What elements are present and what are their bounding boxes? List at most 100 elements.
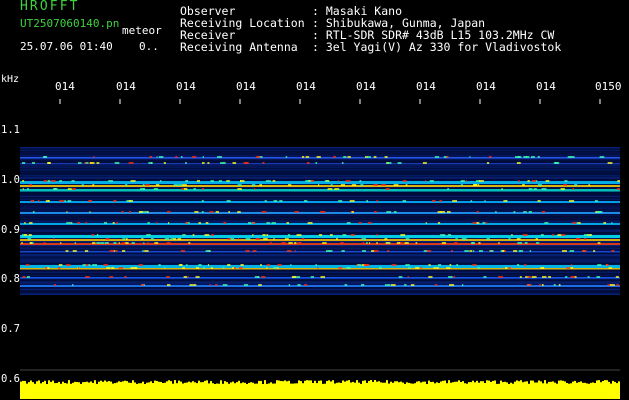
level-peak: [270, 382, 272, 385]
signal-speckle: [205, 222, 209, 224]
signal-speckle: [65, 250, 69, 252]
noise-line: [20, 248, 620, 250]
level-peak: [324, 383, 326, 385]
level-peak: [452, 382, 454, 385]
level-peak: [202, 382, 204, 385]
level-peak: [264, 380, 266, 385]
signal-speckle: [201, 211, 204, 213]
signal-band: [20, 185, 620, 187]
level-peak: [582, 382, 584, 385]
signal-speckle: [297, 284, 301, 286]
signal-speckle: [489, 250, 494, 252]
signal-speckle: [106, 267, 111, 269]
signal-speckle: [575, 238, 581, 240]
signal-speckle: [429, 180, 434, 182]
signal-speckle: [72, 250, 77, 252]
signal-speckle: [284, 238, 289, 240]
signal-speckle: [376, 200, 379, 202]
signal-speckle: [374, 250, 379, 252]
signal-speckle: [84, 162, 87, 164]
signal-speckle: [434, 156, 440, 158]
signal-speckle: [386, 284, 391, 286]
signal-speckle: [516, 264, 520, 266]
x-tick-label: 014: [236, 80, 256, 93]
signal-speckle: [410, 284, 415, 286]
level-peak: [292, 383, 294, 385]
signal-speckle: [209, 284, 211, 286]
noise-line: [20, 207, 620, 208]
noise-line: [20, 148, 620, 150]
level-peak: [412, 383, 414, 385]
signal-speckle: [192, 234, 195, 236]
level-peak: [436, 382, 438, 385]
signal-speckle: [168, 222, 170, 224]
level-peak: [494, 380, 496, 385]
x-tick-label: 014: [416, 80, 436, 93]
signal-speckle: [611, 250, 615, 252]
x-tick-label: 014: [356, 80, 376, 93]
level-peak: [186, 382, 188, 385]
level-peak: [354, 382, 356, 385]
level-peak: [256, 383, 258, 385]
signal-speckle: [142, 184, 145, 186]
level-peak: [300, 381, 302, 385]
level-peak: [416, 381, 418, 385]
signal-speckle: [237, 184, 242, 186]
signal-speckle: [192, 284, 197, 286]
signal-speckle: [317, 267, 319, 269]
signal-speckle: [495, 211, 497, 213]
level-peak: [258, 380, 260, 385]
noise-line: [20, 256, 620, 258]
signal-speckle: [88, 200, 92, 202]
level-peak: [68, 380, 70, 385]
signal-speckle: [503, 200, 507, 202]
noise-line: [20, 164, 620, 166]
level-peak: [284, 380, 286, 385]
signal-speckle: [210, 267, 213, 269]
signal-speckle: [376, 242, 378, 244]
signal-speckle: [342, 234, 347, 236]
level-peak: [510, 382, 512, 385]
frequency-unit-label: kHz: [1, 74, 20, 85]
signal-speckle: [272, 180, 276, 182]
signal-speckle: [156, 156, 158, 158]
signal-speckle: [220, 162, 224, 164]
level-peak: [608, 381, 610, 385]
level-peak: [380, 382, 382, 385]
signal-speckle: [599, 156, 605, 158]
signal-speckle: [266, 222, 271, 224]
signal-speckle: [239, 267, 243, 269]
signal-speckle: [229, 180, 231, 182]
signal-speckle: [359, 180, 362, 182]
signal-speckle: [449, 234, 452, 236]
signal-speckle: [144, 250, 149, 252]
signal-speckle: [366, 156, 368, 158]
signal-speckle: [147, 242, 149, 244]
level-peak: [506, 382, 508, 385]
signal-speckle: [527, 276, 531, 278]
signal-speckle: [230, 238, 235, 240]
level-peak: [208, 383, 210, 385]
signal-speckle: [557, 234, 562, 236]
noise-line: [20, 255, 620, 257]
level-peak: [386, 380, 388, 385]
level-peak: [104, 380, 106, 385]
signal-speckle: [405, 238, 410, 240]
level-peak: [518, 381, 520, 385]
signal-speckle: [245, 162, 249, 164]
signal-speckle: [130, 267, 136, 269]
signal-speckle: [153, 188, 159, 190]
signal-speckle: [182, 184, 187, 186]
level-peak: [568, 383, 570, 385]
level-peak: [468, 382, 470, 385]
level-peak: [210, 381, 212, 385]
level-peak: [610, 383, 612, 385]
level-peak: [432, 381, 434, 385]
level-peak: [606, 380, 608, 385]
level-peak: [194, 382, 196, 385]
signal-speckle: [184, 188, 188, 190]
signal-speckle: [288, 284, 291, 286]
signal-speckle: [572, 222, 577, 224]
signal-speckle: [452, 200, 457, 202]
noise-line: [20, 209, 620, 211]
